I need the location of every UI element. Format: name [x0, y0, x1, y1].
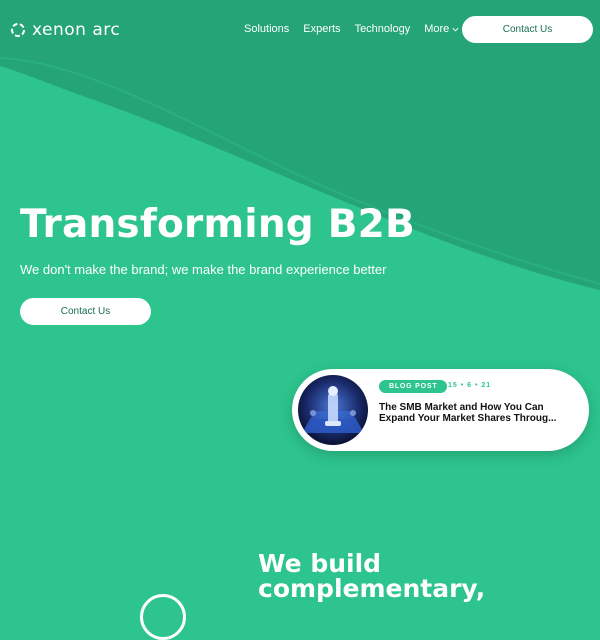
brand-name: xenon arc	[32, 20, 121, 40]
contact-us-hero-button[interactable]: Contact Us	[20, 298, 151, 325]
blog-post-date: 15 • 6 • 21	[448, 382, 492, 389]
nav-solutions[interactable]: Solutions	[244, 23, 289, 35]
brand-logo[interactable]: xenon arc	[10, 20, 120, 40]
nav-more-label: More	[424, 23, 450, 35]
contact-us-nav-button[interactable]: Contact Us	[462, 16, 593, 43]
blog-post-badge: BLOG POST	[379, 380, 448, 393]
blog-post-title[interactable]: The SMB Market and How You Can Expand Yo…	[379, 402, 565, 424]
blog-post-card[interactable]: BLOG POST 15 • 6 • 21 The SMB Market and…	[292, 369, 589, 451]
decorative-ring	[140, 594, 186, 640]
hero-subtitle: We don't make the brand; we make the bra…	[20, 262, 387, 277]
blog-thumbnail-chess-image	[298, 375, 368, 445]
hexagon-ring-icon	[11, 23, 25, 37]
top-navigation: xenon arc Solutions Experts Technology M…	[0, 0, 600, 60]
chevron-down-icon	[452, 27, 459, 32]
nav-technology[interactable]: Technology	[355, 23, 411, 35]
nav-more[interactable]: More	[424, 23, 459, 35]
section-heading: We build complementary,	[258, 549, 486, 603]
nav-experts[interactable]: Experts	[303, 23, 340, 35]
hero-title: Transforming B2B	[20, 202, 415, 247]
nav-links: Solutions Experts Technology More	[244, 23, 459, 35]
